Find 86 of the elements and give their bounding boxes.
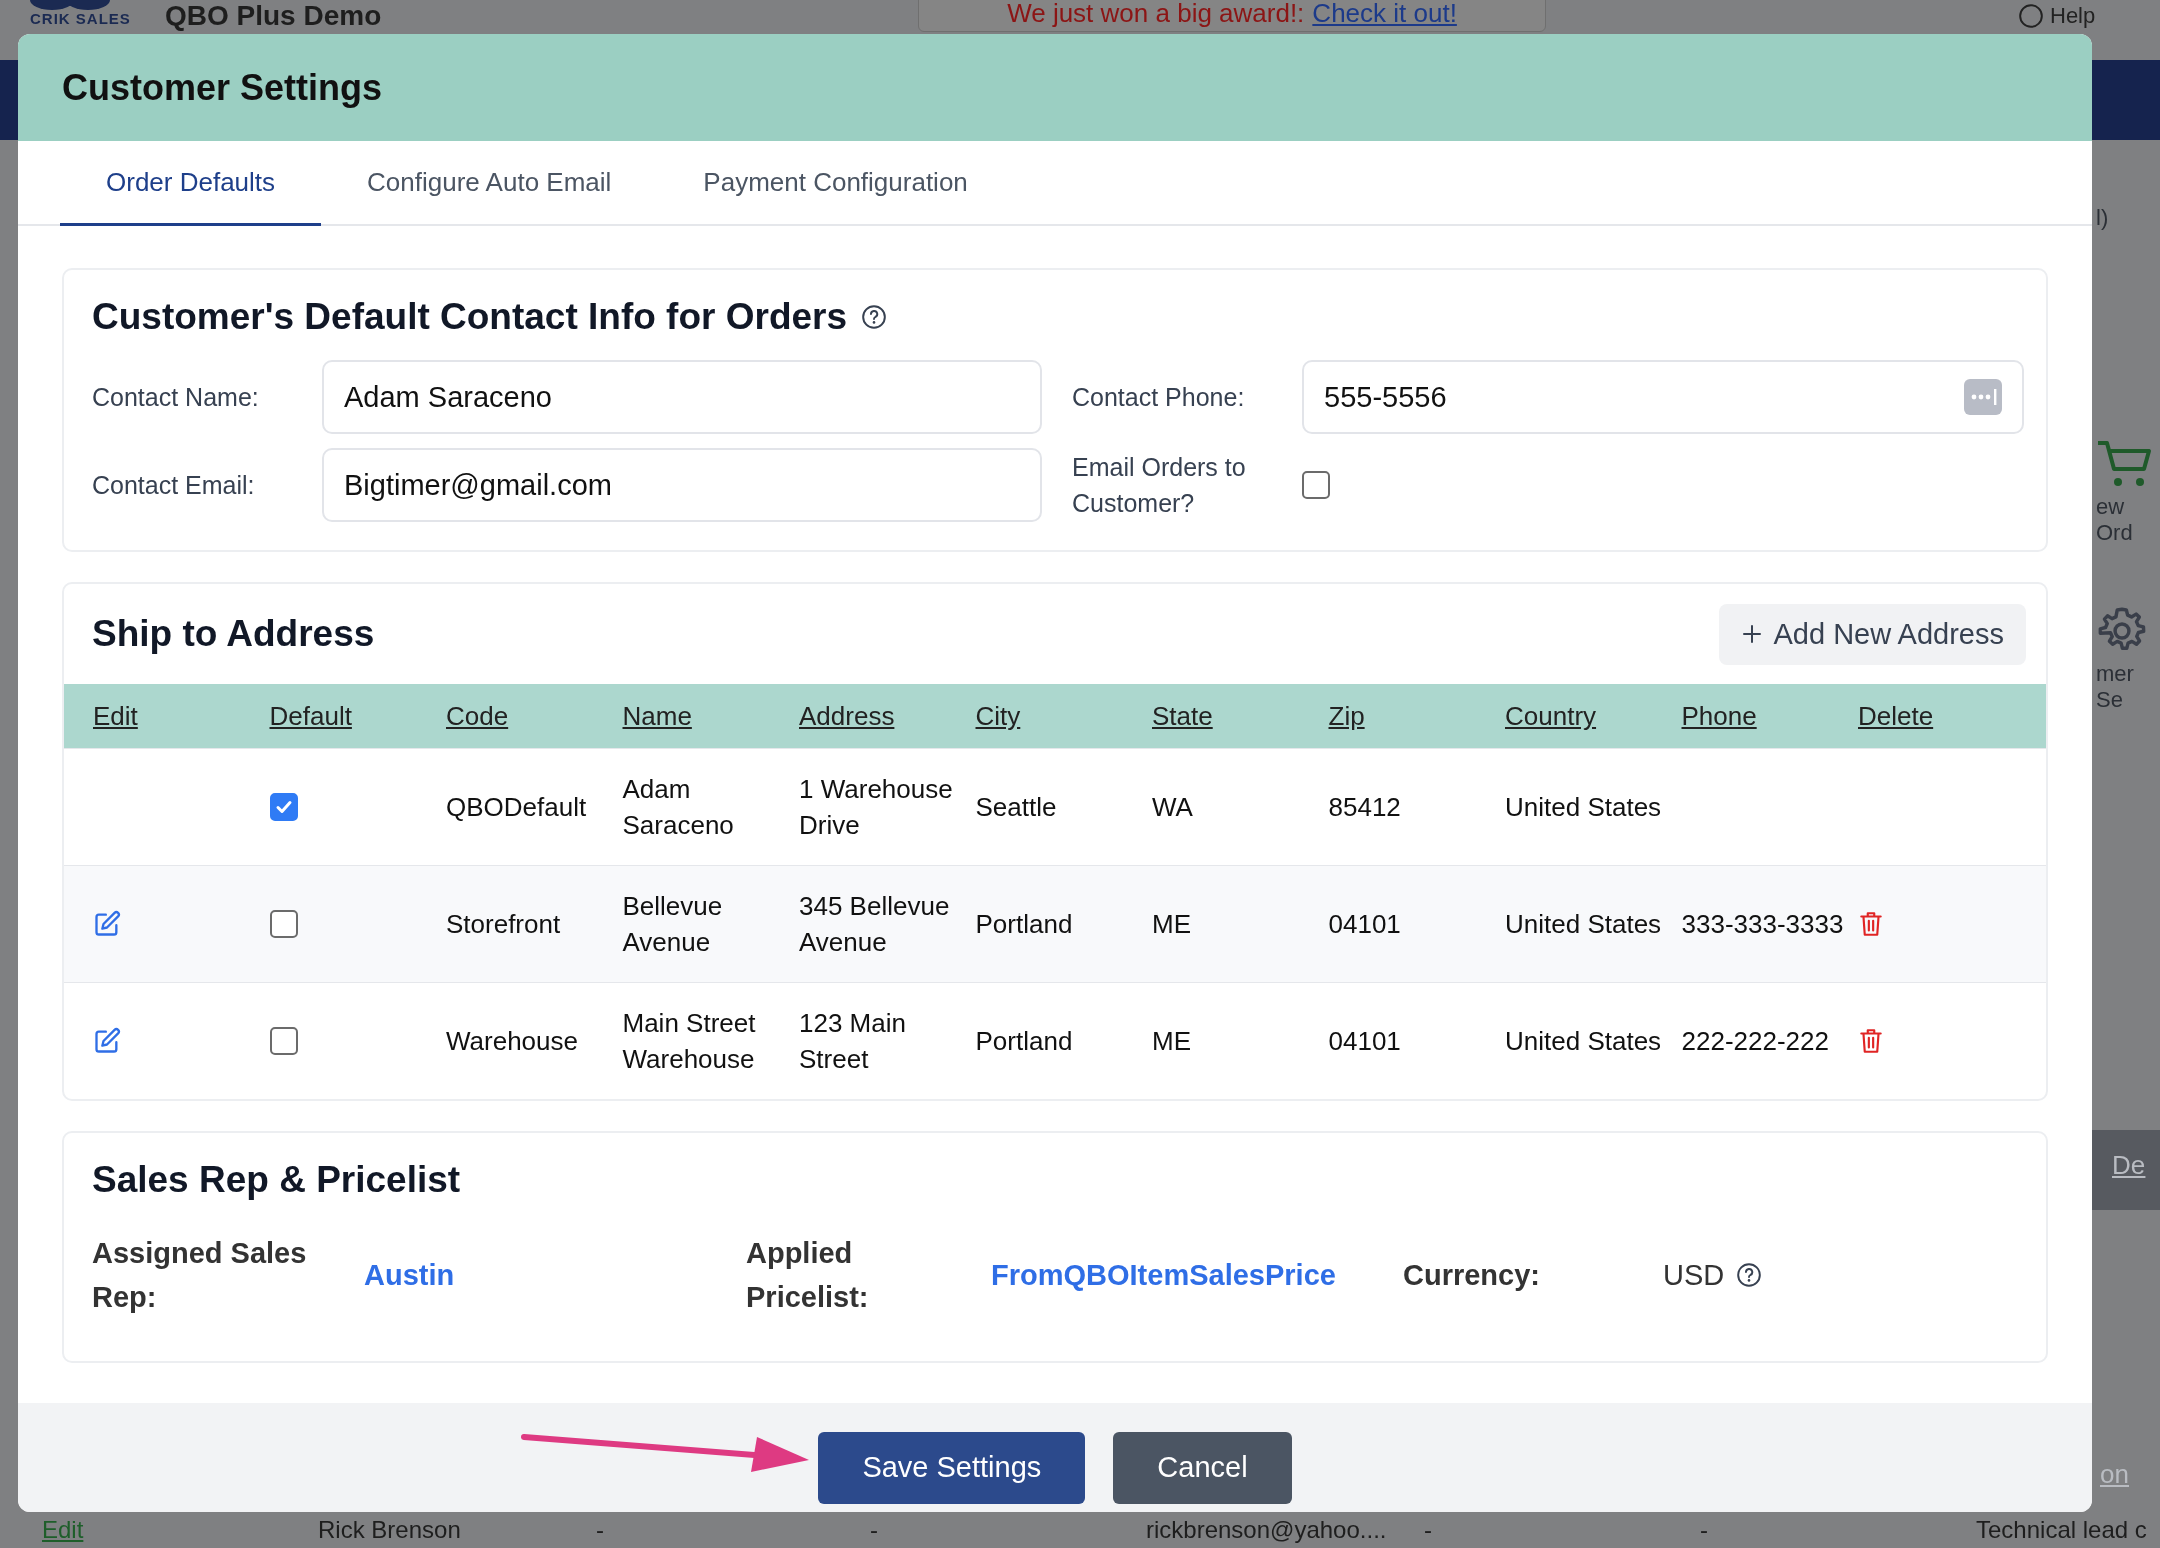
checkbox[interactable] — [1302, 471, 1330, 499]
checkbox[interactable] — [269, 793, 298, 821]
table-cell: Rick Brenson — [318, 1515, 461, 1545]
input-field[interactable]: Adam Saraceno — [322, 360, 1042, 434]
table-cell-text: WA — [1152, 791, 1193, 824]
table-cell: rickbrenson@yahoo.... — [1146, 1515, 1387, 1545]
table-cell-text: 04101 — [1328, 1025, 1401, 1058]
section-title: Customer's Default Contact Info for Orders — [92, 296, 848, 338]
sidebar-label: ew Ord — [2096, 494, 2134, 546]
field-label: Applied Pricelist: — [746, 1236, 870, 1315]
table-cell: - — [1424, 1515, 1432, 1545]
pricelist-link[interactable]: FromQBOItemSalesPrice — [991, 1258, 1403, 1292]
table-cell: Technical lead c — [1976, 1515, 2147, 1545]
field-label: Contact Name: — [92, 382, 260, 413]
sidebar-label: mer Se — [2096, 661, 2135, 713]
table-cell-text: 123 Main Street — [799, 1007, 907, 1076]
tab[interactable]: Configure Auto Email — [321, 141, 658, 226]
add-address-button[interactable]: Add New Address — [1719, 603, 2026, 665]
section-title: Ship to Address — [92, 613, 375, 655]
dialog-title: Customer Settings — [62, 66, 383, 109]
app-title: QBO Plus Demo — [165, 0, 382, 32]
trash-icon[interactable] — [1858, 1027, 1884, 1055]
column-header[interactable]: Address — [799, 700, 976, 732]
table-cell-text: Portland — [975, 1025, 1073, 1058]
table-cell-text: Storefront — [446, 908, 561, 941]
column-header[interactable]: State — [1152, 700, 1329, 732]
table-cell-text: QBODefault — [446, 791, 587, 824]
logo-icon — [30, 0, 110, 10]
column-header[interactable]: Phone — [1681, 700, 1858, 732]
logo-text: CRIK SALES — [30, 10, 131, 28]
field-label: Currency: — [1403, 1258, 1541, 1293]
more-icon — [1964, 379, 2002, 415]
column-header[interactable]: Zip — [1328, 700, 1505, 732]
table-cell-text: Main Street Warehouse — [622, 1007, 757, 1076]
field-label: Contact Phone: — [1071, 382, 1246, 413]
checkbox[interactable] — [269, 910, 298, 938]
edit-icon[interactable] — [93, 1027, 121, 1055]
table-cell-text: Portland — [975, 908, 1073, 941]
table-cell-text: United States — [1505, 908, 1662, 941]
sidebar-label: l) — [2096, 205, 2109, 231]
table-cell-text: Warehouse — [446, 1025, 578, 1058]
link[interactable]: De — [2112, 1150, 2146, 1181]
table-cell-text: United States — [1505, 791, 1662, 824]
trash-icon[interactable] — [1858, 910, 1884, 938]
table-cell-text: 222-222-222 — [1681, 1025, 1829, 1058]
table-cell-text: Adam Saraceno — [622, 773, 735, 842]
column-header[interactable]: Code — [446, 700, 623, 732]
table-cell-text: United States — [1505, 1025, 1662, 1058]
table-cell: - — [596, 1515, 604, 1545]
section-title: Sales Rep & Pricelist — [92, 1159, 462, 1201]
currency-value: USD — [1663, 1258, 1725, 1292]
table-cell-text: 04101 — [1328, 908, 1401, 941]
help-icon — [861, 304, 888, 330]
table-cell-text: 345 Bellevue Avenue — [799, 890, 951, 959]
tab[interactable]: Payment Configuration — [657, 141, 1014, 226]
table-cell-text: Bellevue Avenue — [622, 890, 724, 959]
help-icon — [1736, 1262, 1763, 1288]
column-header[interactable]: Edit — [93, 700, 270, 732]
column-header[interactable]: Country — [1505, 700, 1682, 732]
help-icon — [2018, 3, 2044, 29]
input-field[interactable]: 555-5556 — [1302, 360, 2024, 434]
table-cell-text: 85412 — [1328, 791, 1401, 824]
table-cell: - — [1700, 1515, 1708, 1545]
field-label: Assigned Sales Rep: — [92, 1236, 308, 1315]
cancel-button[interactable]: Cancel — [1113, 1431, 1292, 1504]
column-header[interactable]: City — [975, 700, 1152, 732]
checkbox[interactable] — [269, 1027, 298, 1055]
table-cell-text: 1 Warehouse Drive — [799, 773, 954, 842]
help-link[interactable]: Help — [2050, 2, 2096, 30]
table-cell-text: ME — [1152, 1025, 1191, 1058]
tab[interactable]: Order Defaults — [60, 141, 322, 226]
table-cell-text: 333-333-3333 — [1681, 908, 1844, 941]
table-cell-text: ME — [1152, 908, 1191, 941]
save-button[interactable]: Save Settings — [818, 1431, 1086, 1504]
plus-icon — [1741, 623, 1764, 645]
input-field[interactable]: Bigtimer@gmail.com — [322, 448, 1042, 522]
sales-rep-link[interactable]: Austin — [364, 1258, 746, 1292]
table-cell-text: Seattle — [975, 791, 1057, 824]
column-header[interactable]: Default — [269, 700, 446, 732]
field-label: Email Orders to Customer? — [1071, 452, 1247, 519]
column-header[interactable]: Name — [622, 700, 799, 732]
field-label: Contact Email: — [92, 470, 256, 501]
table-cell: - — [870, 1515, 878, 1545]
edit-icon[interactable] — [93, 910, 121, 938]
banner-text: We just won a big award!: — [1007, 0, 1305, 28]
column-header[interactable]: Delete — [1858, 700, 2035, 732]
